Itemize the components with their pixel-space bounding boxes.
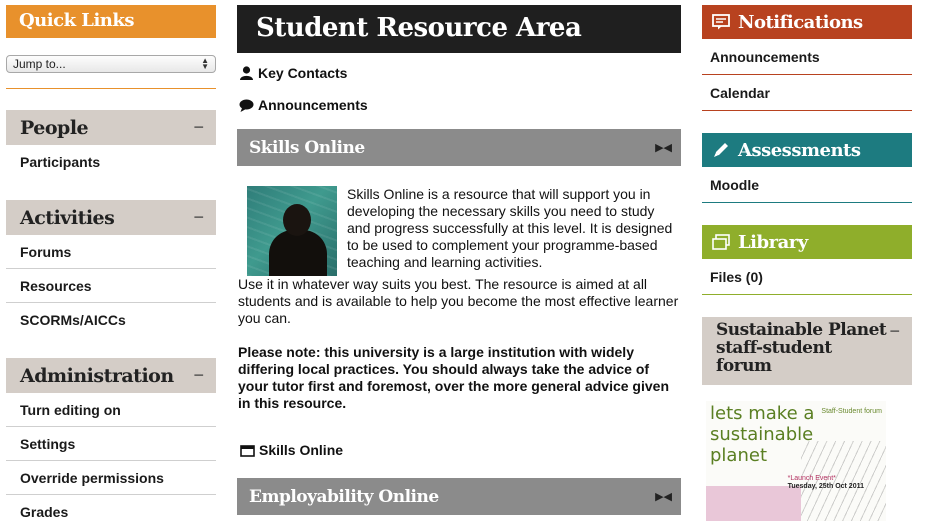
collapse-toggle-icon[interactable]: ▶◀ [655,141,672,154]
skills-intro-text: Skills Online is a resource that will su… [347,186,673,270]
people-block: People − Participants [6,110,216,179]
library-header[interactable]: Library [702,225,912,259]
quick-links-header: Quick Links [6,5,216,38]
forum-title: Sustainable Planet staff-student forum [716,320,887,376]
nav-resources[interactable]: Resources [6,269,216,303]
pencil-icon [714,143,728,157]
skills-online-title: Skills Online [249,137,365,158]
skills-online-resource-link[interactable]: Skills Online [238,434,681,466]
windows-icon [712,234,730,250]
nav-grades[interactable]: Grades [6,495,216,521]
nav-settings[interactable]: Settings [6,427,216,461]
assessments-title: Assessments [738,139,861,161]
poster-date: Tuesday, 25th Oct 2011 [787,483,864,490]
skills-usage-text: Use it in whatever way suits you best. T… [238,276,679,326]
right-column: Notifications Announcements Calendar Ass… [702,5,912,521]
nav-participants[interactable]: Participants [6,145,216,179]
assessments-header[interactable]: Assessments [702,133,912,167]
forum-block: Sustainable Planet staff-student forum −… [702,317,912,521]
jump-to-select[interactable]: Jump to... ▲ ▼ [6,55,216,73]
nav-announcements[interactable]: Announcements [702,39,912,75]
assessments-block: Assessments Moodle [702,133,912,203]
skills-note-text: Please note: this university is a large … [238,344,669,411]
nav-files[interactable]: Files (0) [702,259,912,295]
poster-corner-text: Staff-Student forum [821,408,882,415]
poster-launch-text: *Launch Event* Tuesday, 25th Oct 2011 [788,475,864,491]
window-icon [240,444,255,457]
collapse-icon[interactable]: − [193,117,204,138]
nav-turn-editing-on[interactable]: Turn editing on [6,393,216,427]
student-photo [247,186,337,276]
activities-header[interactable]: Activities − [6,200,216,235]
administration-header[interactable]: Administration − [6,358,216,393]
nav-scorms[interactable]: SCORMs/AICCs [6,303,216,337]
collapse-toggle-icon[interactable]: ▶◀ [655,490,672,503]
select-arrows-icon: ▲ ▼ [201,56,209,71]
activities-block: Activities − Forums Resources SCORMs/AIC… [6,200,216,337]
key-contacts-label: Key Contacts [258,65,348,81]
skills-online-content: Skills Online is a resource that will su… [237,166,681,466]
administration-title: Administration [20,364,174,387]
notifications-title: Notifications [738,11,863,33]
collapse-icon[interactable]: − [193,365,204,386]
skills-online-link-label: Skills Online [259,441,344,458]
poster-headline: lets make a sustainable planet [710,403,815,466]
people-title: People [20,116,89,139]
collapse-icon[interactable]: − [889,321,900,385]
library-title: Library [738,231,808,253]
person-icon [240,66,253,80]
message-icon [712,14,730,30]
speech-bubble-icon [239,99,254,112]
nav-forums[interactable]: Forums [6,235,216,269]
main-column: Student Resource Area Key Contacts Annou… [237,5,681,515]
skills-online-header[interactable]: Skills Online ▶◀ [237,129,681,166]
nav-moodle[interactable]: Moodle [702,167,912,203]
jump-to-value: Jump to... [13,57,66,71]
quick-links-divider [6,88,216,89]
left-column: Quick Links Jump to... ▲ ▼ People − Parti… [6,5,216,521]
employability-online-header[interactable]: Employability Online ▶◀ [237,478,681,515]
employability-online-title: Employability Online [249,486,439,507]
people-header[interactable]: People − [6,110,216,145]
activities-title: Activities [20,206,115,229]
page-title: Student Resource Area [237,5,681,53]
nav-calendar[interactable]: Calendar [702,75,912,111]
administration-block: Administration − Turn editing on Setting… [6,358,216,521]
library-block: Library Files (0) [702,225,912,295]
nav-override-permissions[interactable]: Override permissions [6,461,216,495]
forum-header[interactable]: Sustainable Planet staff-student forum − [702,317,912,385]
poster-launch-label: *Launch Event* [787,475,836,482]
notifications-header[interactable]: Notifications [702,5,912,39]
forum-poster-image[interactable]: lets make a sustainable planet Staff-Stu… [706,401,886,521]
notifications-block: Notifications Announcements Calendar [702,5,912,111]
key-contacts-link[interactable]: Key Contacts [237,57,681,89]
announcements-label: Announcements [258,97,368,113]
announcements-link[interactable]: Announcements [237,89,681,121]
collapse-icon[interactable]: − [193,207,204,228]
